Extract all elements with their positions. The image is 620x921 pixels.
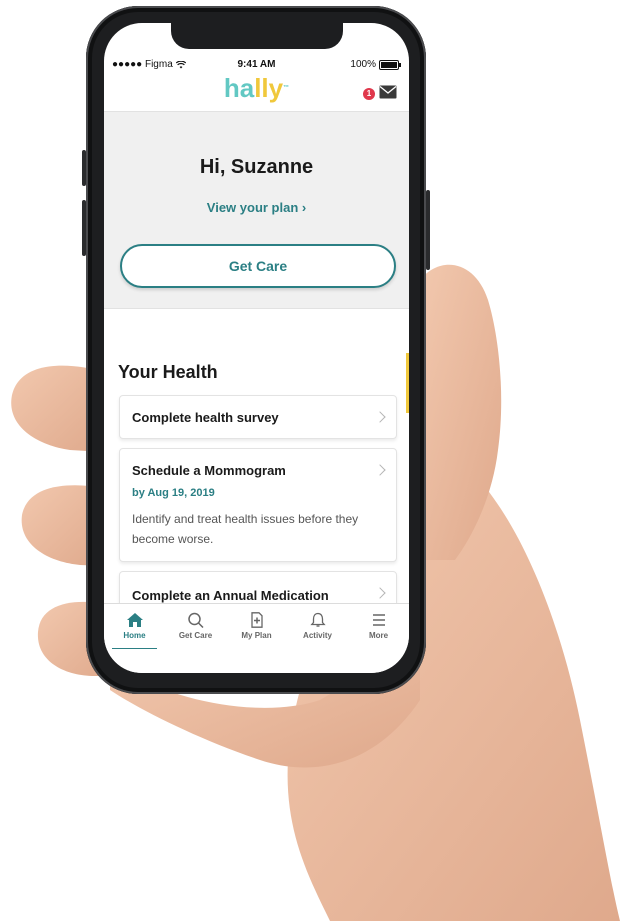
home-indicator-area bbox=[104, 649, 409, 673]
health-task-card[interactable]: Schedule a Mommogram by Aug 19, 2019 Ide… bbox=[119, 448, 397, 562]
get-care-button[interactable]: Get Care bbox=[120, 244, 396, 288]
tab-label: More bbox=[368, 631, 389, 640]
search-icon bbox=[187, 612, 204, 628]
chevron-right-icon bbox=[374, 587, 386, 599]
battery-percent: 100% bbox=[350, 59, 376, 70]
plan-document-icon bbox=[250, 612, 263, 628]
phone-notch bbox=[171, 23, 343, 49]
logo-text-part2: lly bbox=[254, 73, 284, 103]
tab-more[interactable]: More bbox=[348, 604, 409, 650]
task-title: Schedule a Mommogram bbox=[132, 463, 286, 478]
task-description: Identify and treat health issues before … bbox=[132, 512, 359, 546]
battery-status: 100% bbox=[350, 59, 401, 70]
mail-icon[interactable] bbox=[379, 85, 397, 99]
tab-home[interactable]: Home bbox=[104, 604, 165, 650]
logo-text-part1: ha bbox=[223, 73, 255, 103]
health-task-card[interactable]: Complete health survey bbox=[119, 395, 397, 439]
hally-logo: hally™ bbox=[104, 73, 409, 103]
tab-label: Get Care bbox=[178, 631, 213, 640]
tab-label: Activity bbox=[303, 631, 332, 640]
phone-power-button bbox=[426, 190, 430, 270]
task-title: Complete health survey bbox=[132, 410, 279, 425]
tab-my-plan[interactable]: My Plan bbox=[226, 604, 287, 650]
phone-side-button bbox=[82, 150, 86, 186]
menu-icon bbox=[372, 614, 385, 626]
task-title: Complete an Annual Medication bbox=[132, 588, 329, 603]
home-icon bbox=[126, 613, 143, 627]
logo-trademark: ™ bbox=[283, 85, 290, 91]
bell-icon bbox=[309, 612, 326, 627]
welcome-panel: Hi, Suzanne View your plan › Get Care bbox=[104, 111, 409, 309]
view-plan-link[interactable]: View your plan › bbox=[104, 200, 409, 215]
notification-badge[interactable]: 1 bbox=[363, 88, 375, 100]
chevron-right-icon bbox=[374, 464, 386, 476]
tab-label: My Plan bbox=[241, 631, 272, 640]
battery-icon bbox=[379, 59, 401, 70]
tab-activity[interactable]: Activity bbox=[287, 604, 348, 650]
task-due-date: by Aug 19, 2019 bbox=[132, 487, 215, 499]
tab-get-care[interactable]: Get Care bbox=[165, 604, 226, 650]
your-health-heading: Your Health bbox=[118, 362, 218, 382]
tab-label: Home bbox=[123, 631, 146, 640]
bottom-tab-bar: Home Get Care My Plan Activity More bbox=[104, 603, 409, 650]
phone-screen: ●●●●● Figma 9:41 AM 100% hally™ 1 Hi, Su… bbox=[104, 23, 409, 673]
scroll-accent bbox=[406, 353, 409, 413]
phone-side-button bbox=[82, 200, 86, 256]
status-bar: ●●●●● Figma 9:41 AM 100% bbox=[104, 59, 409, 73]
greeting-title: Hi, Suzanne bbox=[199, 156, 314, 178]
chevron-right-icon bbox=[374, 411, 386, 423]
